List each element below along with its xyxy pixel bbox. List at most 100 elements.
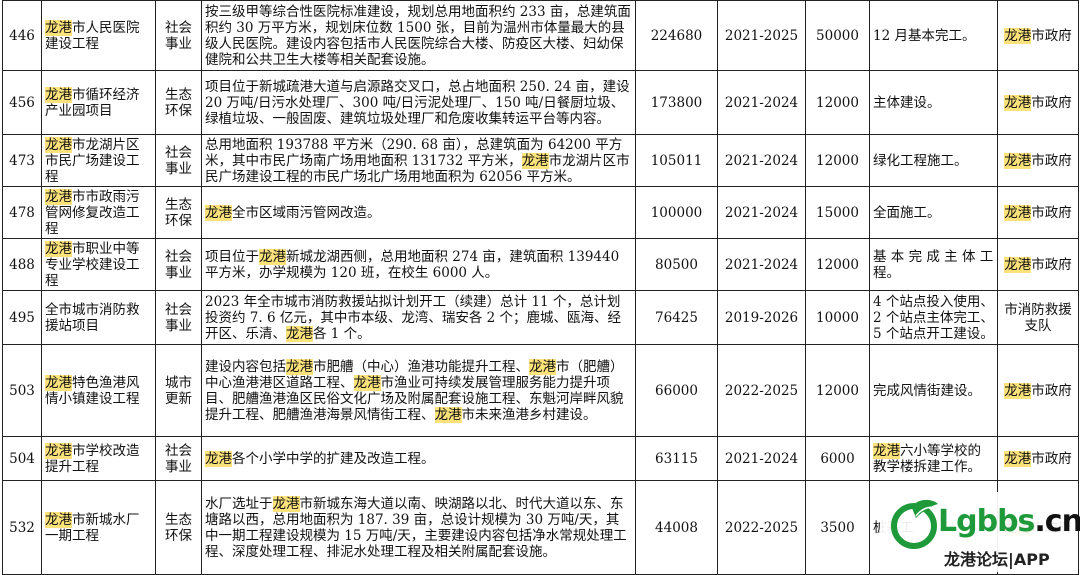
highlight-term: 龙港 — [434, 406, 462, 423]
responsible-unit: 龙港市政府 — [997, 344, 1079, 437]
table-body: 446 龙港市人民医院建设工程社会事业 按三级甲等综合性医院标准建设，规划总用地面积… — [2, 0, 1079, 575]
project-number: 456 — [2, 70, 42, 135]
responsible-unit: 龙港市政府 — [997, 70, 1079, 135]
responsible-unit: 龙港市政府 — [997, 436, 1079, 481]
forum-watermark: Lgbbs.cn 龙港论坛|APP — [880, 492, 1080, 572]
highlight-term: 龙港 — [353, 374, 381, 391]
annual-target: 龙港六小等学校的教学楼拆建工作。 — [869, 436, 998, 481]
project-number: 446 — [2, 0, 42, 71]
total-investment: 100000 — [635, 186, 718, 239]
project-description: 2023 年全市城市消防救援站拟计划开工（续建）总计 11 个，总计划投资约 7… — [201, 290, 636, 345]
responsible-unit: 龙港市政府 — [997, 238, 1079, 291]
highlight-term: 龙港 — [45, 188, 72, 205]
responsible-unit: 龙港市政府 — [997, 186, 1079, 239]
project-description: 水厂选址于龙港市新城东海大道以南、映湖路以北、时代大道以东、东塘路以西，总用地面… — [201, 480, 636, 575]
project-description: 总用地面积 193788 平方米（290. 68 亩），总建筑面为 64200 … — [201, 134, 636, 187]
highlight-term: 龙港 — [45, 511, 72, 528]
text-segment: 市政府 — [1031, 256, 1072, 273]
watermark-brand: Lgbbs.cn — [938, 504, 1080, 539]
table-row: 495 全市城市消防救援站项目 社会事业 2023 年全市城市消防救援站拟计划开工（续… — [2, 290, 1079, 345]
highlight-term: 龙港 — [272, 495, 300, 512]
annual-target: 完成风情街建设。 — [869, 344, 998, 437]
total-investment: 63115 — [635, 436, 718, 481]
text-segment: 市肥艚（中心）渔港功能提升工程、 — [313, 358, 529, 375]
project-description: 龙港各个小学中学的扩建及改造工程。 — [201, 436, 636, 481]
highlight-term: 龙港 — [1004, 450, 1032, 467]
project-description: 项目位于龙港新城龙湖西侧，总用地面积 274 亩，建筑面积 139440 平方米… — [201, 238, 636, 291]
responsible-unit: 龙港市政府 — [997, 134, 1079, 187]
annual-target: 全面施工。 — [869, 186, 998, 239]
text-segment: 建设内容包括 — [205, 358, 286, 375]
annual-investment: 6000 — [805, 436, 870, 481]
project-name: 龙港市职业中等专业学校建设工程 — [41, 238, 156, 291]
construction-period: 2022-2025 — [717, 344, 806, 437]
text-segment: 全市区域雨污管网改造。 — [232, 204, 381, 221]
highlight-term: 龙港 — [45, 374, 72, 391]
table-row: 488 龙港市职业中等专业学校建设工程 社会事业 项目位于龙港新城龙湖西侧，总用地面积… — [2, 238, 1079, 291]
watermark-subtitle: 龙港论坛|APP — [944, 550, 1050, 569]
total-investment: 224680 — [635, 0, 718, 71]
construction-period: 2021-2024 — [717, 70, 806, 135]
highlight-term: 龙港 — [1004, 27, 1032, 44]
project-description: 龙港全市区域雨污管网改造。 — [201, 186, 636, 239]
highlight-term: 龙港 — [529, 358, 556, 375]
construction-period: 2021-2024 — [717, 186, 806, 239]
total-investment: 66000 — [635, 344, 718, 437]
annual-investment: 12000 — [805, 134, 870, 187]
total-investment: 173800 — [635, 70, 718, 135]
text-segment: 市政府 — [1031, 450, 1072, 467]
project-category: 城市更新 — [155, 344, 202, 437]
text-segment: 项目位于 — [205, 248, 259, 265]
total-investment: 80500 — [635, 238, 718, 291]
construction-period: 2021-2024 — [717, 134, 806, 187]
text-segment: 2023 年全市城市消防救援站拟计划开工（续建）总计 11 个，总计划投资约 7… — [205, 293, 622, 342]
construction-period: 2021-2025 — [717, 0, 806, 71]
project-category: 社会事业 — [155, 238, 202, 291]
text-segment: 市政府 — [1031, 27, 1072, 44]
leaf-logo-icon — [891, 499, 938, 549]
annual-investment: 15000 — [805, 186, 870, 239]
annual-investment: 12000 — [805, 238, 870, 291]
project-name: 龙港市市政雨污管网修复改造工程 — [41, 186, 156, 239]
project-number: 488 — [2, 238, 42, 291]
responsible-unit: 市消防救援支队 — [997, 290, 1079, 345]
text-segment: 市政府 — [1031, 94, 1072, 111]
project-number: 503 — [2, 344, 42, 437]
table-row: 478 龙港市市政雨污管网修复改造工程 生态环保 龙港全市区域雨污管网改造。 10000… — [2, 186, 1079, 239]
annual-target: 4 个站点投入使用、2 个站点主体完工、5 个站点开工建设。 — [869, 290, 998, 345]
text-segment: 各个小学中学的扩建及改造工程。 — [232, 450, 435, 467]
text-segment: 各 1 个。 — [313, 325, 371, 342]
highlight-term: 龙港 — [45, 19, 72, 36]
total-investment: 105011 — [635, 134, 718, 187]
project-category: 生态环保 — [155, 186, 202, 239]
responsible-unit: 龙港市政府 — [997, 0, 1079, 71]
table-row: 504 龙港市学校改造提升工程 社会事业 龙港各个小学中学的扩建及改造工程。 63115… — [2, 436, 1079, 481]
highlight-term: 龙港 — [205, 204, 232, 221]
project-description: 按三级甲等综合性医院标准建设，规划总用地面积约 233 亩，总建筑面积约 30 … — [201, 0, 636, 71]
text-segment: 市消防救援支队 — [1004, 301, 1072, 334]
project-description: 项目位于新城疏港大道与启源路交叉口，总占地面积 250. 24 亩，建设 20 … — [201, 70, 636, 135]
project-number: 473 — [2, 134, 42, 187]
project-number: 495 — [2, 290, 42, 345]
project-name: 龙港市人民医院建设工程 — [41, 0, 156, 71]
construction-period: 2021-2024 — [717, 238, 806, 291]
project-name: 全市城市消防救援站项目 — [41, 290, 156, 345]
table-row: 456 龙港市循环经济产业园项目 生态环保 项目位于新城疏港大道与启源路交叉口，总占地… — [2, 70, 1079, 135]
project-number: 532 — [2, 480, 42, 575]
annual-investment: 50000 — [805, 0, 870, 71]
project-number: 504 — [2, 436, 42, 481]
project-category: 社会事业 — [155, 134, 202, 187]
project-name: 龙港市学校改造提升工程 — [41, 436, 156, 481]
highlight-term: 龙港 — [1004, 94, 1032, 111]
highlight-term: 龙港 — [286, 358, 313, 375]
annual-target: 基 本 完 成 主 体 工 程。 — [869, 238, 998, 291]
highlight-term: 龙港 — [286, 325, 313, 342]
project-name: 龙港市新城水厂一期工程 — [41, 480, 156, 575]
annual-target: 绿化工程施工。 — [869, 134, 998, 187]
highlight-term: 龙港 — [873, 442, 900, 459]
construction-period: 2021-2024 — [717, 436, 806, 481]
highlight-term: 龙港 — [1004, 256, 1032, 273]
table-row: 473 龙港市龙湖片区市民广场建设工程 社会事业 总用地面积 193788 平方米（2… — [2, 134, 1079, 187]
text-segment: 项目位于新城疏港大道与启源路交叉口，总占地面积 250. 24 亩，建设 20 … — [205, 78, 630, 127]
project-description: 建设内容包括龙港市肥艚（中心）渔港功能提升工程、龙港市（肥艚）中心渔港港区道路工… — [201, 344, 636, 437]
